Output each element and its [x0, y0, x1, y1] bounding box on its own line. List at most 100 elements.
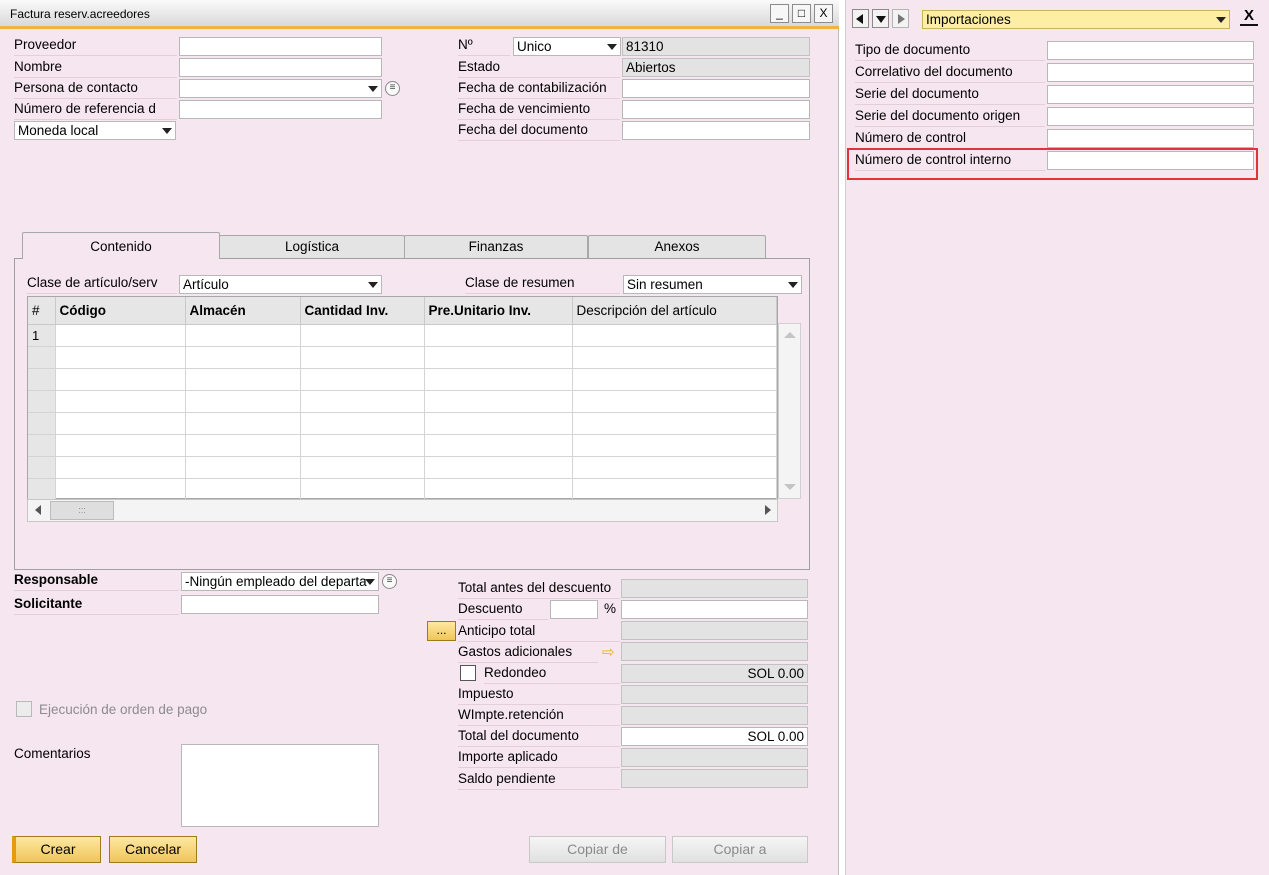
table-cell[interactable]	[55, 456, 186, 479]
close-window-button[interactable]: X	[814, 4, 833, 23]
table-cell[interactable]	[55, 390, 186, 413]
moneda-select[interactable]: Moneda local	[14, 121, 176, 140]
table-cell[interactable]	[185, 434, 301, 457]
table-cell[interactable]	[55, 324, 186, 347]
anticipo-picker-button[interactable]: ...	[427, 621, 456, 641]
table-row[interactable]	[28, 368, 777, 391]
tab-finanzas[interactable]: Finanzas	[404, 235, 588, 259]
list-details-icon[interactable]: ≡	[382, 574, 397, 589]
table-cell[interactable]	[572, 478, 777, 501]
table-cell[interactable]	[55, 478, 186, 501]
table-cell[interactable]	[55, 368, 186, 391]
tab-contenido[interactable]: Contenido	[22, 232, 220, 259]
table-cell[interactable]	[572, 346, 777, 369]
table-cell[interactable]	[185, 478, 301, 501]
comentarios-textarea[interactable]	[181, 744, 379, 827]
table-cell[interactable]	[424, 434, 573, 457]
col-header-precio[interactable]: Pre.Unitario Inv.	[424, 297, 573, 325]
table-cell[interactable]	[55, 434, 186, 457]
table-cell[interactable]	[300, 412, 425, 435]
next-icon[interactable]	[892, 9, 909, 28]
copiar-a-button[interactable]: Copiar a	[672, 836, 808, 863]
tab-anexos[interactable]: Anexos	[588, 235, 766, 259]
table-cell[interactable]	[185, 456, 301, 479]
table-cell[interactable]	[572, 324, 777, 347]
fecha-doc-input[interactable]	[622, 121, 810, 140]
table-cell[interactable]	[185, 368, 301, 391]
table-cell[interactable]	[55, 346, 186, 369]
col-header-number[interactable]: #	[28, 297, 56, 325]
table-row[interactable]	[28, 412, 777, 435]
descuento-percent-input[interactable]	[550, 600, 598, 619]
grid-vertical-scrollbar[interactable]	[778, 323, 801, 499]
descuento-amount-input[interactable]	[621, 600, 808, 619]
table-row[interactable]	[28, 434, 777, 457]
clase-articulo-select[interactable]: Artículo	[179, 275, 382, 294]
tab-logistica[interactable]: Logística	[219, 235, 405, 259]
solicitante-input[interactable]	[181, 595, 379, 614]
table-cell[interactable]	[572, 434, 777, 457]
scroll-thumb[interactable]: :::	[50, 501, 114, 520]
proveedor-input[interactable]	[179, 37, 382, 56]
table-cell[interactable]	[572, 412, 777, 435]
table-cell[interactable]	[424, 478, 573, 501]
category-select[interactable]: Importaciones	[922, 10, 1230, 29]
table-cell[interactable]	[424, 412, 573, 435]
correlativo-input[interactable]	[1047, 63, 1254, 82]
scroll-left-icon[interactable]	[35, 505, 41, 515]
cancelar-button[interactable]: Cancelar	[109, 836, 197, 863]
table-cell[interactable]	[185, 324, 301, 347]
table-cell[interactable]	[424, 346, 573, 369]
table-row[interactable]: 1	[28, 324, 777, 347]
table-cell[interactable]	[300, 368, 425, 391]
table-cell[interactable]	[572, 390, 777, 413]
numero-control-input[interactable]	[1047, 129, 1254, 148]
close-panel-button[interactable]: X	[1240, 8, 1258, 26]
numero-referencia-input[interactable]	[179, 100, 382, 119]
ejecucion-checkbox[interactable]	[16, 701, 32, 717]
table-cell[interactable]	[424, 456, 573, 479]
crear-button[interactable]: Crear	[12, 836, 101, 863]
responsable-select[interactable]: -Ningún empleado del departa	[181, 572, 379, 591]
link-arrow-icon[interactable]: ⇨	[602, 645, 615, 660]
table-cell[interactable]	[572, 368, 777, 391]
redondeo-checkbox[interactable]	[460, 665, 476, 681]
items-grid[interactable]: # Código Almacén Cantidad Inv. Pre.Unita…	[27, 296, 778, 501]
numero-control-interno-input[interactable]	[1047, 151, 1254, 170]
table-row[interactable]	[28, 456, 777, 479]
table-cell[interactable]	[300, 478, 425, 501]
table-cell[interactable]	[185, 390, 301, 413]
table-cell[interactable]	[300, 324, 425, 347]
scroll-up-icon[interactable]	[784, 332, 796, 338]
col-header-codigo[interactable]: Código	[55, 297, 186, 325]
serie-documento-input[interactable]	[1047, 85, 1254, 104]
table-row[interactable]	[28, 390, 777, 413]
fecha-venc-input[interactable]	[622, 100, 810, 119]
table-row[interactable]	[28, 346, 777, 369]
tipo-documento-input[interactable]	[1047, 41, 1254, 60]
nombre-input[interactable]	[179, 58, 382, 77]
table-cell[interactable]	[185, 412, 301, 435]
serie-origen-input[interactable]	[1047, 107, 1254, 126]
col-header-descripcion[interactable]: Descripción del artículo	[572, 297, 777, 325]
col-header-almacen[interactable]: Almacén	[185, 297, 301, 325]
list-details-icon[interactable]: ≡	[385, 81, 400, 96]
previous-icon[interactable]	[852, 9, 869, 28]
table-cell[interactable]	[55, 412, 186, 435]
scroll-down-icon[interactable]	[784, 484, 796, 490]
table-cell[interactable]	[424, 324, 573, 347]
dropdown-menu-icon[interactable]	[872, 9, 889, 28]
table-cell[interactable]	[424, 390, 573, 413]
maximize-button[interactable]: □	[792, 4, 811, 23]
grid-horizontal-scrollbar[interactable]: :::	[27, 499, 778, 522]
fecha-contab-input[interactable]	[622, 79, 810, 98]
table-cell[interactable]	[300, 346, 425, 369]
table-cell[interactable]	[185, 346, 301, 369]
table-cell[interactable]	[424, 368, 573, 391]
scroll-right-icon[interactable]	[765, 505, 771, 515]
clase-resumen-select[interactable]: Sin resumen	[623, 275, 802, 294]
persona-contacto-select[interactable]	[179, 79, 382, 98]
table-cell[interactable]	[572, 456, 777, 479]
table-row[interactable]	[28, 478, 777, 501]
table-cell[interactable]	[300, 456, 425, 479]
